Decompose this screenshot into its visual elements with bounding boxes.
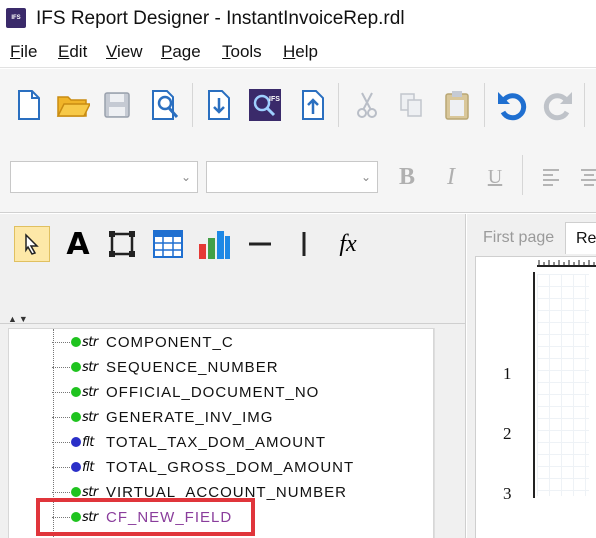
- font-size-combo[interactable]: ⌄: [206, 161, 378, 193]
- tree-item[interactable]: str SEQUENCE_NUMBER: [52, 355, 279, 379]
- field-status-icon: [71, 337, 81, 347]
- tree-connector: [52, 366, 70, 368]
- print-preview-icon[interactable]: [148, 87, 182, 123]
- toolbar-separator: [192, 83, 193, 127]
- tree-item[interactable]: str GENERATE_INV_IMG: [52, 405, 273, 429]
- italic-button[interactable]: I: [436, 161, 466, 193]
- chart-icon[interactable]: [196, 226, 232, 262]
- main-toolbar: IFS: [0, 69, 596, 143]
- tree-item[interactable]: str COMPONENT_C: [52, 330, 234, 354]
- text-icon[interactable]: A: [60, 226, 96, 262]
- tree-item[interactable]: flt TOTAL_TAX_DOM_AMOUNT: [52, 430, 326, 454]
- panel-divider: [0, 318, 466, 324]
- underline-button[interactable]: U: [480, 161, 510, 193]
- horizontal-line-icon[interactable]: [242, 226, 278, 262]
- report-layout-panel: First page Re 1 2 3: [467, 214, 596, 538]
- tree-connector: [52, 491, 70, 493]
- field-status-icon: [71, 362, 81, 372]
- toolbar-separator: [584, 83, 585, 127]
- field-status-icon: [71, 412, 81, 422]
- toolbar-separator: [522, 155, 523, 195]
- field-type-label: str: [82, 409, 98, 425]
- tree-item[interactable]: flt TOTAL_GROSS_DOM_AMOUNT: [52, 455, 354, 479]
- field-status-icon: [71, 437, 81, 447]
- bold-button[interactable]: B: [392, 161, 422, 193]
- new-file-icon[interactable]: [12, 87, 46, 123]
- tree-connector: [52, 441, 70, 443]
- layout-grid: [537, 274, 589, 496]
- vertical-line-icon[interactable]: [286, 226, 322, 262]
- undo-icon[interactable]: [496, 87, 530, 123]
- menu-tools[interactable]: Tools: [222, 42, 262, 62]
- paste-icon[interactable]: [440, 87, 474, 123]
- field-name: COMPONENT_C: [106, 333, 234, 351]
- align-left-icon[interactable]: [534, 159, 568, 195]
- rectangle-icon[interactable]: [104, 226, 140, 262]
- highlight-box: [36, 498, 255, 536]
- import-icon[interactable]: [202, 87, 236, 123]
- chevron-down-icon: ⌄: [180, 170, 191, 184]
- save-icon[interactable]: [100, 87, 134, 123]
- collapse-arrows-icon[interactable]: ▲▼: [8, 314, 30, 324]
- ifs-search-icon[interactable]: IFS: [248, 87, 282, 123]
- pointer-icon[interactable]: [14, 226, 50, 262]
- align-center-icon[interactable]: [572, 159, 596, 195]
- horizontal-ruler: [537, 260, 596, 267]
- field-name: TOTAL_GROSS_DOM_AMOUNT: [106, 458, 355, 476]
- menu-page[interactable]: Page: [161, 42, 201, 62]
- menu-view[interactable]: View: [106, 42, 143, 62]
- tree-connector: [52, 416, 70, 418]
- window-title: IFS Report Designer - InstantInvoiceRep.…: [36, 8, 405, 29]
- field-name: TOTAL_TAX_DOM_AMOUNT: [106, 433, 327, 451]
- field-type-label: flt: [82, 434, 94, 450]
- menu-file[interactable]: File: [10, 42, 37, 62]
- font-name-combo[interactable]: ⌄: [10, 161, 198, 193]
- format-toolbar: ⌄ ⌄ B I U: [0, 143, 596, 213]
- copy-icon[interactable]: [394, 87, 428, 123]
- field-type-label: str: [82, 359, 98, 375]
- tab-report[interactable]: Re: [565, 222, 596, 254]
- field-name: GENERATE_INV_IMG: [106, 408, 274, 426]
- app-logo-icon: IFS: [6, 8, 26, 28]
- menu-edit[interactable]: Edit: [58, 42, 87, 62]
- field-type-label: str: [82, 334, 98, 350]
- ruler-mark: 2: [503, 424, 512, 443]
- menu-bar: File Edit View Page Tools Help: [0, 36, 596, 68]
- field-name: OFFICIAL_DOCUMENT_NO: [106, 383, 320, 401]
- toolbar-separator: [338, 83, 339, 127]
- table-icon[interactable]: [150, 226, 186, 262]
- menu-help[interactable]: Help: [283, 42, 318, 62]
- ruler-mark: 3: [503, 484, 512, 503]
- toolbar-separator: [484, 83, 485, 127]
- chevron-down-icon: ⌄: [360, 170, 371, 184]
- tree-item[interactable]: str OFFICIAL_DOCUMENT_NO: [52, 380, 319, 404]
- tree-connector: [52, 341, 70, 343]
- formula-icon[interactable]: fx: [330, 226, 366, 262]
- field-status-icon: [71, 462, 81, 472]
- field-type-label: flt: [82, 459, 94, 475]
- title-bar: IFS IFS Report Designer - InstantInvoice…: [0, 0, 596, 36]
- tab-first-page[interactable]: First page: [473, 222, 565, 254]
- ruler-mark: 1: [503, 364, 512, 383]
- cut-icon[interactable]: [350, 87, 384, 123]
- vertical-ruler: [527, 272, 535, 498]
- export-icon[interactable]: [296, 87, 330, 123]
- tree-scrollbar[interactable]: [434, 328, 460, 538]
- field-type-label: str: [82, 384, 98, 400]
- field-status-icon: [71, 487, 81, 497]
- field-name: SEQUENCE_NUMBER: [106, 358, 279, 376]
- svg-text:IFS: IFS: [269, 96, 280, 103]
- open-folder-icon[interactable]: [56, 87, 90, 123]
- redo-icon[interactable]: [540, 87, 574, 123]
- tree-connector: [52, 391, 70, 393]
- tree-connector: [52, 466, 70, 468]
- field-status-icon: [71, 387, 81, 397]
